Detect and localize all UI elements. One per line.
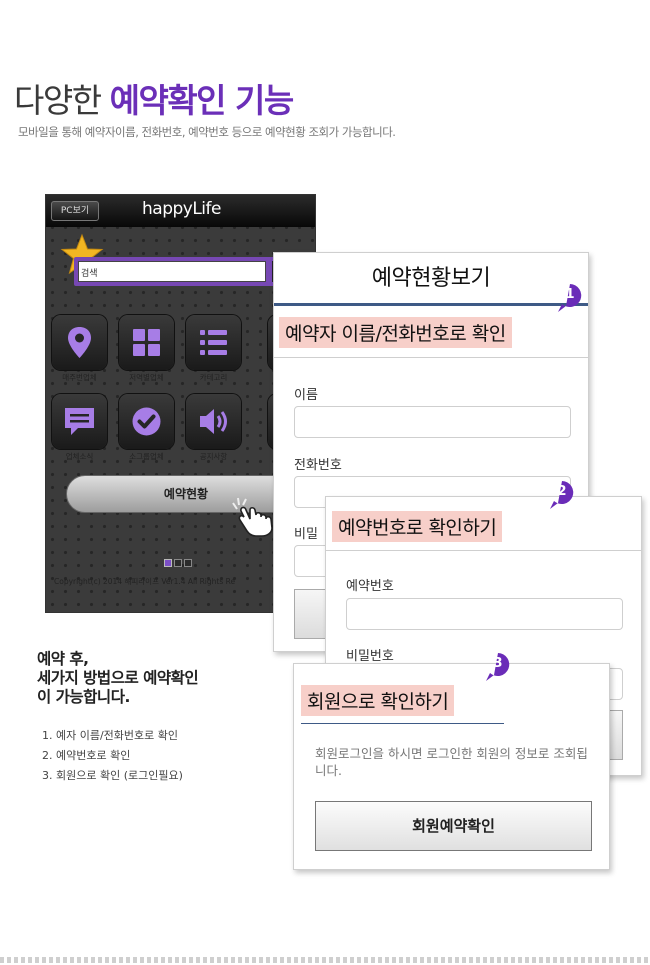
list-icon	[200, 330, 227, 355]
notes-item: 2. 예약번호로 확인	[42, 749, 131, 762]
method-3-tag: 회원으로 확인하기	[301, 685, 455, 716]
notes-list: 1. 예자 이름/전화번호로 확인 2. 예약번호로 확인 3. 회원으로 확인…	[42, 726, 183, 786]
tile-list[interactable]	[186, 315, 241, 370]
search-input[interactable]: 검색	[78, 261, 266, 282]
name-label: 이름	[294, 388, 318, 403]
chat-icon	[65, 408, 94, 435]
page-title-highlight: 예약확인 기능	[109, 81, 295, 120]
page-dot[interactable]	[184, 559, 192, 567]
pointing-hand-icon	[232, 497, 273, 537]
divider	[326, 550, 641, 551]
grid-icon	[133, 329, 160, 356]
bottom-divider	[0, 957, 650, 963]
tile-label: 공지사항	[199, 452, 228, 461]
location-pin-icon	[68, 327, 91, 358]
member-reservation-check-button[interactable]: 회원예약확인	[315, 801, 592, 851]
page-title-plain: 다양한	[14, 81, 102, 120]
tile-grid[interactable]	[119, 315, 174, 370]
page-dot[interactable]	[174, 559, 182, 567]
tile-location[interactable]	[52, 315, 107, 370]
badge-2-number: 2	[557, 484, 567, 499]
speaker-icon	[200, 409, 227, 434]
pc-view-button[interactable]: PC보기	[51, 201, 99, 221]
search-bar: 검색	[74, 257, 271, 286]
badge-1-number: 1	[565, 287, 575, 302]
notes-item: 3. 회원으로 확인 (로그인필요)	[42, 769, 183, 782]
tile-speaker[interactable]	[186, 394, 241, 449]
page-indicator	[164, 552, 194, 571]
check-icon	[132, 407, 161, 436]
panel-title: 예약현황보기	[274, 253, 588, 306]
page-dot-active[interactable]	[164, 559, 172, 567]
phone-label: 전화번호	[294, 458, 342, 473]
notes-item: 1. 예자 이름/전화번호로 확인	[42, 729, 179, 742]
notes-heading: 예약 후, 세가지 방법으로 예약확인 이 가능합니다.	[37, 650, 199, 707]
member-check-panel: 회원으로 확인하기 회원로그인을 하시면 로그인한 회원의 정보로 조회됩니다.…	[293, 663, 610, 870]
tile-label: 매주번업체	[62, 373, 97, 382]
copyright-text: Copyright(c) 2014 해피라이프 Ver1.4 All Right…	[54, 577, 236, 586]
method-2-tag: 예약번호로 확인하기	[332, 511, 503, 542]
phone-top-bar: PC보기 happyLife	[46, 195, 315, 227]
notes-heading-line: 세가지 방법으로 예약확인	[37, 669, 199, 687]
tile-label: 카테고리	[199, 373, 228, 382]
tile-check[interactable]	[119, 394, 174, 449]
page-subtitle: 모바일을 통해 예약자이름, 전화번호, 예약번호 등으로 예약현황 조회가 가…	[18, 125, 396, 139]
notes-heading-line: 예약 후,	[37, 650, 89, 668]
notes-heading-line: 이 가능합니다.	[37, 688, 130, 706]
password-label: 비밀	[294, 527, 318, 542]
name-field[interactable]	[294, 406, 571, 438]
tile-chat[interactable]	[52, 394, 107, 449]
badge-3-number: 3	[493, 656, 503, 671]
reservation-number-field[interactable]	[346, 598, 623, 630]
method-1-tag: 예약자 이름/전화번호로 확인	[279, 317, 512, 348]
page-title: 다양한 예약확인 기능	[14, 74, 295, 122]
divider	[301, 723, 504, 724]
tile-label: 저역별업체	[129, 373, 164, 382]
reservation-number-label: 예약번호	[346, 579, 394, 594]
app-logo: happyLife	[142, 199, 221, 219]
tile-label: 소그룹업체	[129, 452, 164, 461]
password-label: 비밀번호	[346, 649, 394, 664]
tile-label: 업체소식	[65, 452, 94, 461]
member-description: 회원로그인을 하시면 로그인한 회원의 정보로 조회됩니다.	[315, 746, 588, 778]
divider	[274, 357, 588, 358]
